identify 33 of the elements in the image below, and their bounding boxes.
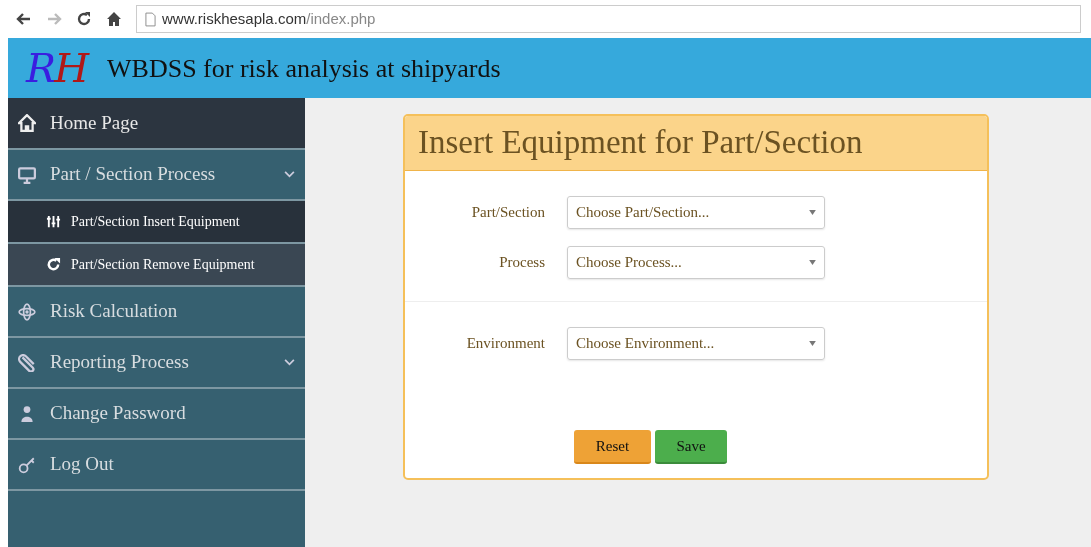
paperclip-icon <box>18 353 36 372</box>
chevron-icon <box>284 359 295 366</box>
address-bar[interactable]: www.riskhesapla.com/index.php <box>136 5 1081 33</box>
chevron-icon <box>284 171 295 178</box>
sliders-icon <box>46 214 61 229</box>
dropdown-icon <box>809 259 816 265</box>
dropdown-icon <box>809 209 816 215</box>
select-field[interactable]: Choose Environment... <box>567 326 825 360</box>
select-field[interactable]: Choose Part/Section... <box>567 195 825 229</box>
reload-icon[interactable] <box>76 11 92 27</box>
submenu-item[interactable]: Part/Section Remove Equipment <box>8 244 305 287</box>
field-label: Part/Section <box>470 202 545 222</box>
form-title: Insert Equipment for Part/Section <box>405 116 987 171</box>
home-icon <box>18 114 36 132</box>
logo: RH <box>26 48 87 88</box>
sidebar-item[interactable]: Home Page <box>8 98 305 150</box>
back-icon[interactable] <box>16 11 32 27</box>
monitor-icon <box>18 165 36 184</box>
site-title: WBDSS for risk analysis at shipyards <box>107 52 501 85</box>
page-icon <box>145 11 156 27</box>
reset-button[interactable]: Reset <box>574 430 651 464</box>
submenu-item[interactable]: Part/Section Insert Equipment <box>8 201 305 244</box>
user-icon <box>18 404 36 423</box>
dropdown-icon <box>809 340 816 346</box>
refresh-icon <box>46 257 61 272</box>
url-text: www.riskhesapla.com/index.php <box>162 9 376 27</box>
field-label: Process <box>498 252 545 272</box>
home-icon[interactable] <box>106 11 122 27</box>
save-button[interactable]: Save <box>655 430 727 464</box>
atom-icon <box>18 302 36 321</box>
select-field[interactable]: Choose Process... <box>567 245 825 279</box>
field-label: Environment <box>465 333 545 353</box>
key-icon <box>18 455 36 474</box>
